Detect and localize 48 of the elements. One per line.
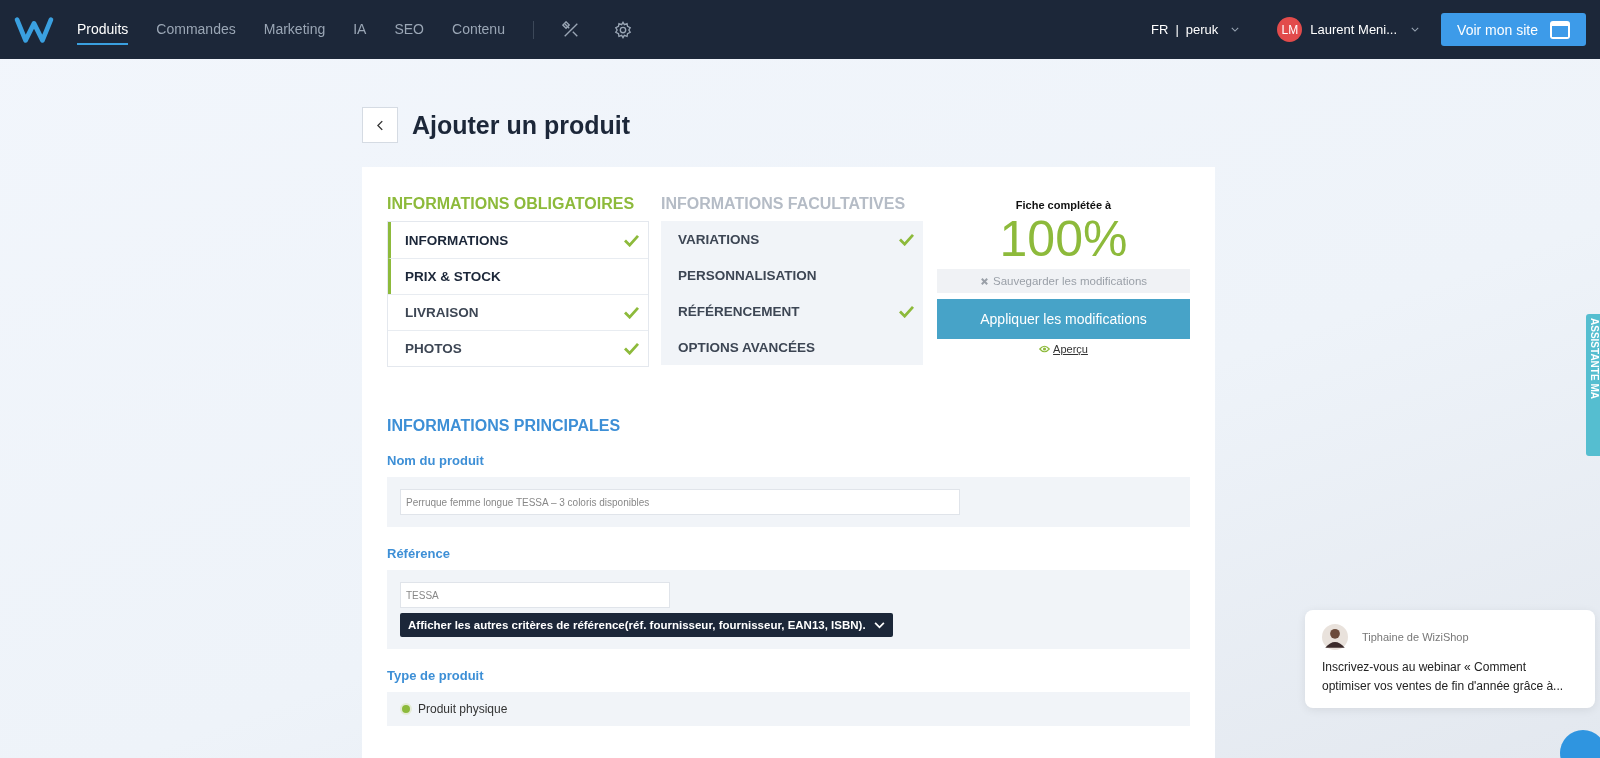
radio-option[interactable]: Produit physique — [400, 702, 508, 716]
check-icon — [898, 232, 915, 246]
section-heading: INFORMATIONS FACULTATIVES — [661, 195, 907, 213]
check-icon — [898, 304, 915, 318]
reference-field[interactable]: TESSA — [400, 582, 670, 608]
chat-message: Inscrivez-vous au webinar « Comment optimiser vos ventes de fin d'année grâce à... — [1322, 659, 1565, 695]
product-name-field[interactable]: Perruque femme longue TESSA – 3 coloris disponibles — [400, 489, 960, 515]
chat-sender: Tiphaine de WiziShop — [1362, 631, 1469, 643]
section-heading: INFORMATIONS PRINCIPALES — [387, 417, 622, 435]
step-item[interactable]: LIVRAISON — [388, 294, 648, 330]
chevron-down-icon — [873, 621, 885, 629]
step-item[interactable]: PERSONNALISATION — [661, 257, 923, 293]
field-label: Type de produit — [387, 668, 485, 683]
tools-icon[interactable] — [561, 20, 580, 39]
step-item[interactable]: VARIATIONS — [661, 221, 923, 257]
check-icon — [623, 233, 640, 247]
nav-tab[interactable]: SEO — [394, 14, 424, 45]
close-icon — [979, 276, 989, 286]
step-item[interactable]: PRIX & STOCK — [388, 258, 648, 294]
step-item[interactable]: OPTIONS AVANCÉES — [661, 329, 923, 365]
browser-window-icon — [1550, 20, 1570, 39]
nav-tab[interactable]: Marketing — [263, 14, 326, 45]
field-label: Nom du produit — [387, 453, 485, 468]
user-menu[interactable]: LM Laurent Meni... — [1277, 17, 1420, 42]
check-icon — [623, 306, 640, 319]
step-item[interactable]: INFORMATIONS — [388, 222, 648, 258]
caret-icon — [1411, 27, 1420, 32]
check-icon — [623, 342, 640, 355]
preview-link[interactable]: Aperçu — [1039, 343, 1088, 355]
page-title: Ajouter un produit — [412, 110, 631, 140]
nav-tab[interactable]: Produits — [77, 14, 129, 45]
completion-label: Fiche complétée à — [1014, 199, 1113, 211]
caret-icon — [1231, 27, 1240, 32]
nav-tab[interactable]: Contenu — [452, 14, 505, 45]
section-heading: INFORMATIONS OBLIGATOIRES — [387, 195, 636, 213]
chevron-left-icon — [376, 119, 384, 131]
chat-message-popup[interactable]: Tiphaine de WiziShop Inscrivez-vous au webinar « Comment optimiser vos ventes de fin d'année grâce à... — [1305, 610, 1595, 708]
nav-tab[interactable]: IA — [353, 14, 367, 45]
eye-icon — [1039, 345, 1051, 353]
settings-icon[interactable] — [613, 20, 632, 39]
site-selector[interactable]: FR | peruk — [1151, 22, 1240, 37]
avatar-icon — [1322, 624, 1348, 650]
field-label: Référence — [387, 546, 451, 561]
reference-options-toggle[interactable]: Afficher les autres critères de référence(réf. fournisseur, fournisseur, EAN13, ISBN). — [400, 613, 893, 637]
step-item[interactable]: RÉFÉRENCEMENT — [661, 293, 923, 329]
completion-percentage: 100% — [998, 211, 1129, 267]
step-item[interactable]: PHOTOS — [388, 330, 648, 366]
nav-tab[interactable]: Commandes — [156, 14, 236, 45]
